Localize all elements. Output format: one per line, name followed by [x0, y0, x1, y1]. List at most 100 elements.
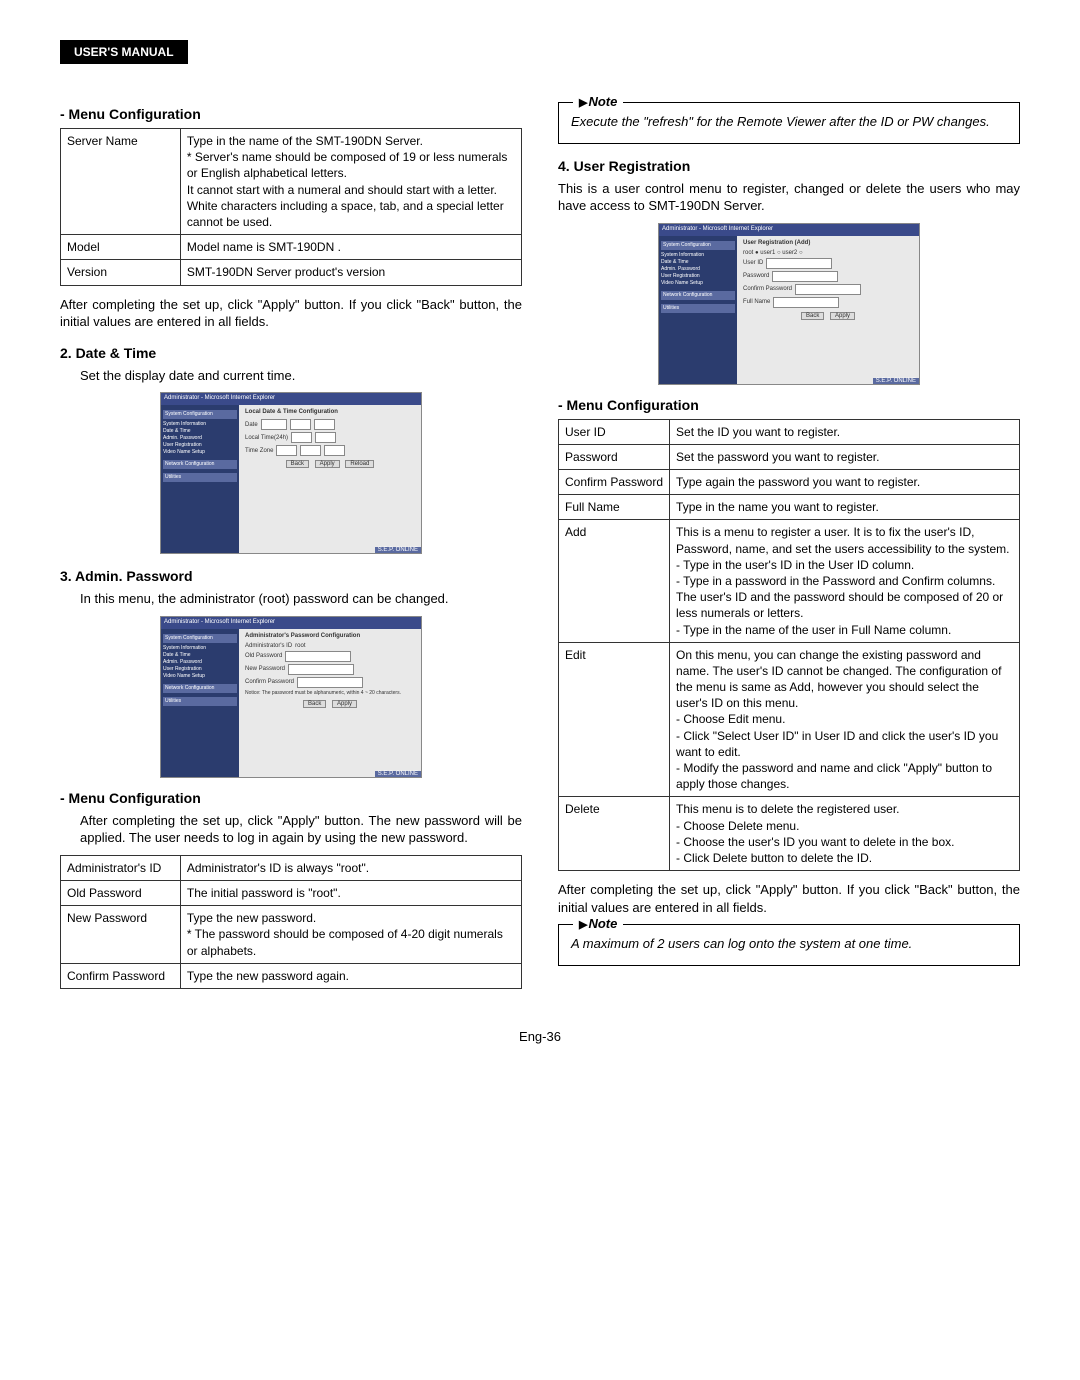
menu-config-heading-3: - Menu Configuration [558, 397, 1020, 413]
ss-button: Back [801, 312, 824, 320]
ss-sidebar: System Configuration System Information … [161, 627, 239, 777]
cell-desc: Model name is SMT-190DN . [180, 235, 521, 260]
ss-sidebar-group: System Configuration [163, 410, 237, 419]
table-row: PasswordSet the password you want to reg… [559, 444, 1020, 469]
ss-sidebar-item: Video Name Setup [163, 673, 237, 680]
ss-sidebar-item: User Registration [163, 442, 237, 449]
cell-label: Delete [559, 797, 670, 871]
menu-config-heading-1: - Menu Configuration [60, 106, 522, 122]
left-column: - Menu Configuration Server Name Type in… [60, 94, 522, 999]
ss-sidebar-group: Network Configuration [163, 460, 237, 469]
ss-button: Apply [830, 312, 855, 320]
admin-password-table: Administrator's ID Administrator's ID is… [60, 855, 522, 989]
cell-label: Model [61, 235, 181, 260]
ss-titlebar: Administrator - Microsoft Internet Explo… [161, 617, 421, 629]
table-row: New Password Type the new password. * Th… [61, 906, 522, 964]
ss-sidebar-item: Video Name Setup [661, 280, 735, 287]
cell-label: Confirm Password [559, 470, 670, 495]
table-row: User IDSet the ID you want to register. [559, 419, 1020, 444]
ss-titlebar: Administrator - Microsoft Internet Explo… [161, 393, 421, 405]
cell-label: Old Password [61, 880, 181, 905]
ss-sidebar-item: Video Name Setup [163, 449, 237, 456]
ss-sidebar-group: Network Configuration [661, 291, 735, 300]
page-number: Eng-36 [60, 1029, 1020, 1044]
cell-desc: Type in the name you want to register. [670, 495, 1020, 520]
cell-desc: On this menu, you can change the existin… [670, 642, 1020, 797]
ss-sidebar: System Configuration System Information … [161, 403, 239, 553]
server-table: Server Name Type in the name of the SMT-… [60, 128, 522, 286]
ss-sidebar-item: Date & Time [163, 428, 237, 435]
ss-sidebar-group: System Configuration [661, 241, 735, 250]
ss-button: Back [303, 700, 326, 708]
after-server-paragraph: After completing the set up, click "Appl… [60, 296, 522, 331]
ss-sidebar-item: User Registration [163, 666, 237, 673]
cell-label: Add [559, 520, 670, 642]
user-registration-text: This is a user control menu to register,… [558, 180, 1020, 215]
ss-sidebar-group: Network Configuration [163, 684, 237, 693]
ss-sidebar-item: Date & Time [163, 652, 237, 659]
admin-after-paragraph: After completing the set up, click "Appl… [80, 812, 522, 847]
cell-label: Version [61, 260, 181, 285]
cell-desc: Type the new password again. [180, 963, 521, 988]
ss-sidebar-group: System Configuration [163, 634, 237, 643]
header-title: USER'S MANUAL [60, 40, 188, 64]
ss-button: Apply [315, 460, 340, 468]
ss-status: S.E.P. ONLINE [375, 547, 421, 553]
cell-label: Edit [559, 642, 670, 797]
ss-sidebar-item: Admin. Password [163, 659, 237, 666]
cell-label: User ID [559, 419, 670, 444]
ss-sidebar: System Configuration System Information … [659, 234, 737, 384]
ss-main: User Registration (Add) root ● user1 ○ u… [737, 234, 919, 384]
note-box-2: Note A maximum of 2 users can log onto t… [558, 924, 1020, 966]
ss-sidebar-item: System Information [661, 252, 735, 259]
cell-label: New Password [61, 906, 181, 964]
ss-panel-title: User Registration (Add) [743, 240, 913, 246]
cell-label: Administrator's ID [61, 855, 181, 880]
ss-sidebar-item: System Information [163, 645, 237, 652]
adminpw-screenshot: Administrator - Microsoft Internet Explo… [160, 616, 422, 778]
userreg-screenshot: Administrator - Microsoft Internet Explo… [658, 223, 920, 385]
table-row: Server Name Type in the name of the SMT-… [61, 129, 522, 235]
date-time-text: Set the display date and current time. [80, 367, 522, 385]
table-row: Version SMT-190DN Server product's versi… [61, 260, 522, 285]
ss-sidebar-group: Utilities [661, 304, 735, 313]
admin-password-heading: 3. Admin. Password [60, 568, 522, 584]
ss-field-label: New Password [245, 666, 285, 672]
table-row: Full NameType in the name you want to re… [559, 495, 1020, 520]
ss-button: Back [286, 460, 309, 468]
cell-desc: Set the ID you want to register. [670, 419, 1020, 444]
cell-desc: Type in the name of the SMT-190DN Server… [180, 129, 521, 235]
ss-sidebar-item: Admin. Password [163, 435, 237, 442]
cell-desc: The initial password is "root". [180, 880, 521, 905]
admin-password-text: In this menu, the administrator (root) p… [80, 590, 522, 608]
ss-sidebar-item: Date & Time [661, 259, 735, 266]
ss-sidebar-item: System Information [163, 421, 237, 428]
ss-field-label: Administrator's ID [245, 643, 292, 649]
table-row: Confirm PasswordType again the password … [559, 470, 1020, 495]
menu-config-heading-2: - Menu Configuration [60, 790, 522, 806]
note-box-1: Note Execute the "refresh" for the Remot… [558, 102, 1020, 144]
ss-panel-title: Administrator's Password Configuration [245, 633, 415, 639]
datetime-screenshot: Administrator - Microsoft Internet Explo… [160, 392, 422, 554]
table-row: Confirm Password Type the new password a… [61, 963, 522, 988]
ss-status: S.E.P. ONLINE [375, 771, 421, 777]
ss-button: Apply [332, 700, 357, 708]
table-row: Old Password The initial password is "ro… [61, 880, 522, 905]
ss-main: Local Date & Time Configuration Date Loc… [239, 403, 421, 553]
ss-notice: Notice: The password must be alphanumeri… [245, 690, 415, 696]
cell-label: Password [559, 444, 670, 469]
table-row: Model Model name is SMT-190DN . [61, 235, 522, 260]
ss-field-label: Confirm Password [743, 286, 792, 292]
ss-sidebar-group: Utilities [163, 697, 237, 706]
ss-field-label: Password [743, 273, 769, 279]
ss-field-label: Old Password [245, 653, 282, 659]
ss-sidebar-item: User Registration [661, 273, 735, 280]
page-columns: - Menu Configuration Server Name Type in… [60, 94, 1020, 999]
cell-label: Server Name [61, 129, 181, 235]
cell-desc: Type the new password. * The password sh… [180, 906, 521, 964]
note-label: Note [573, 916, 623, 931]
cell-desc: Set the password you want to register. [670, 444, 1020, 469]
ss-sidebar-item: Admin. Password [661, 266, 735, 273]
ss-main: Administrator's Password Configuration A… [239, 627, 421, 777]
note-label: Note [573, 94, 623, 109]
